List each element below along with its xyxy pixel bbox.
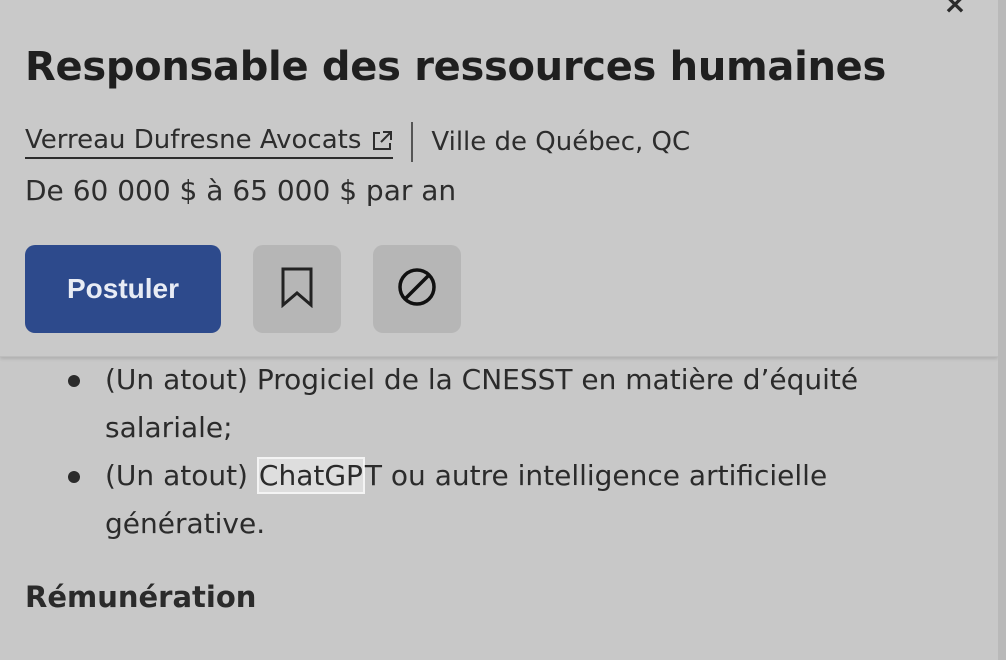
salary-range: De 60 000 $ à 65 000 $ par an <box>25 174 457 207</box>
divider <box>411 122 414 162</box>
highlighted-text: ChatGP <box>256 457 365 494</box>
apply-button[interactable]: Postuler <box>25 245 221 333</box>
list-item-text: (Un atout) <box>105 459 257 492</box>
list-item-text-rest: T ou autre intelligence artificielle <box>364 459 828 492</box>
list-item: (Un atout) Progiciel de la CNESST en mat… <box>0 356 905 452</box>
section-heading-remuneration: Rémunération <box>25 580 257 614</box>
list-item-text-continued: salariale; <box>105 411 233 444</box>
job-location: Ville de Québec, QC <box>431 127 691 157</box>
job-header: × Responsable des ressources humaines Ve… <box>0 0 998 357</box>
save-job-button[interactable] <box>253 245 341 333</box>
company-link[interactable]: Verreau Dufresne Avocats <box>25 125 394 159</box>
scrollbar[interactable] <box>998 0 1006 660</box>
company-row: Verreau Dufresne Avocats Ville de Québec… <box>25 122 690 162</box>
list-item: (Un atout) ChatGPT ou autre intelligence… <box>0 452 905 548</box>
block-icon <box>396 266 438 312</box>
bookmark-icon <box>280 266 314 312</box>
company-name: Verreau Dufresne Avocats <box>25 125 362 155</box>
external-link-icon <box>371 129 393 151</box>
list-item-text: (Un atout) Progiciel de la CNESST en mat… <box>105 363 859 396</box>
job-title: Responsable des ressources humaines <box>25 44 887 90</box>
hide-job-button[interactable] <box>373 245 461 333</box>
close-icon[interactable]: × <box>941 0 969 18</box>
list-item-text-continued: générative. <box>105 507 266 540</box>
